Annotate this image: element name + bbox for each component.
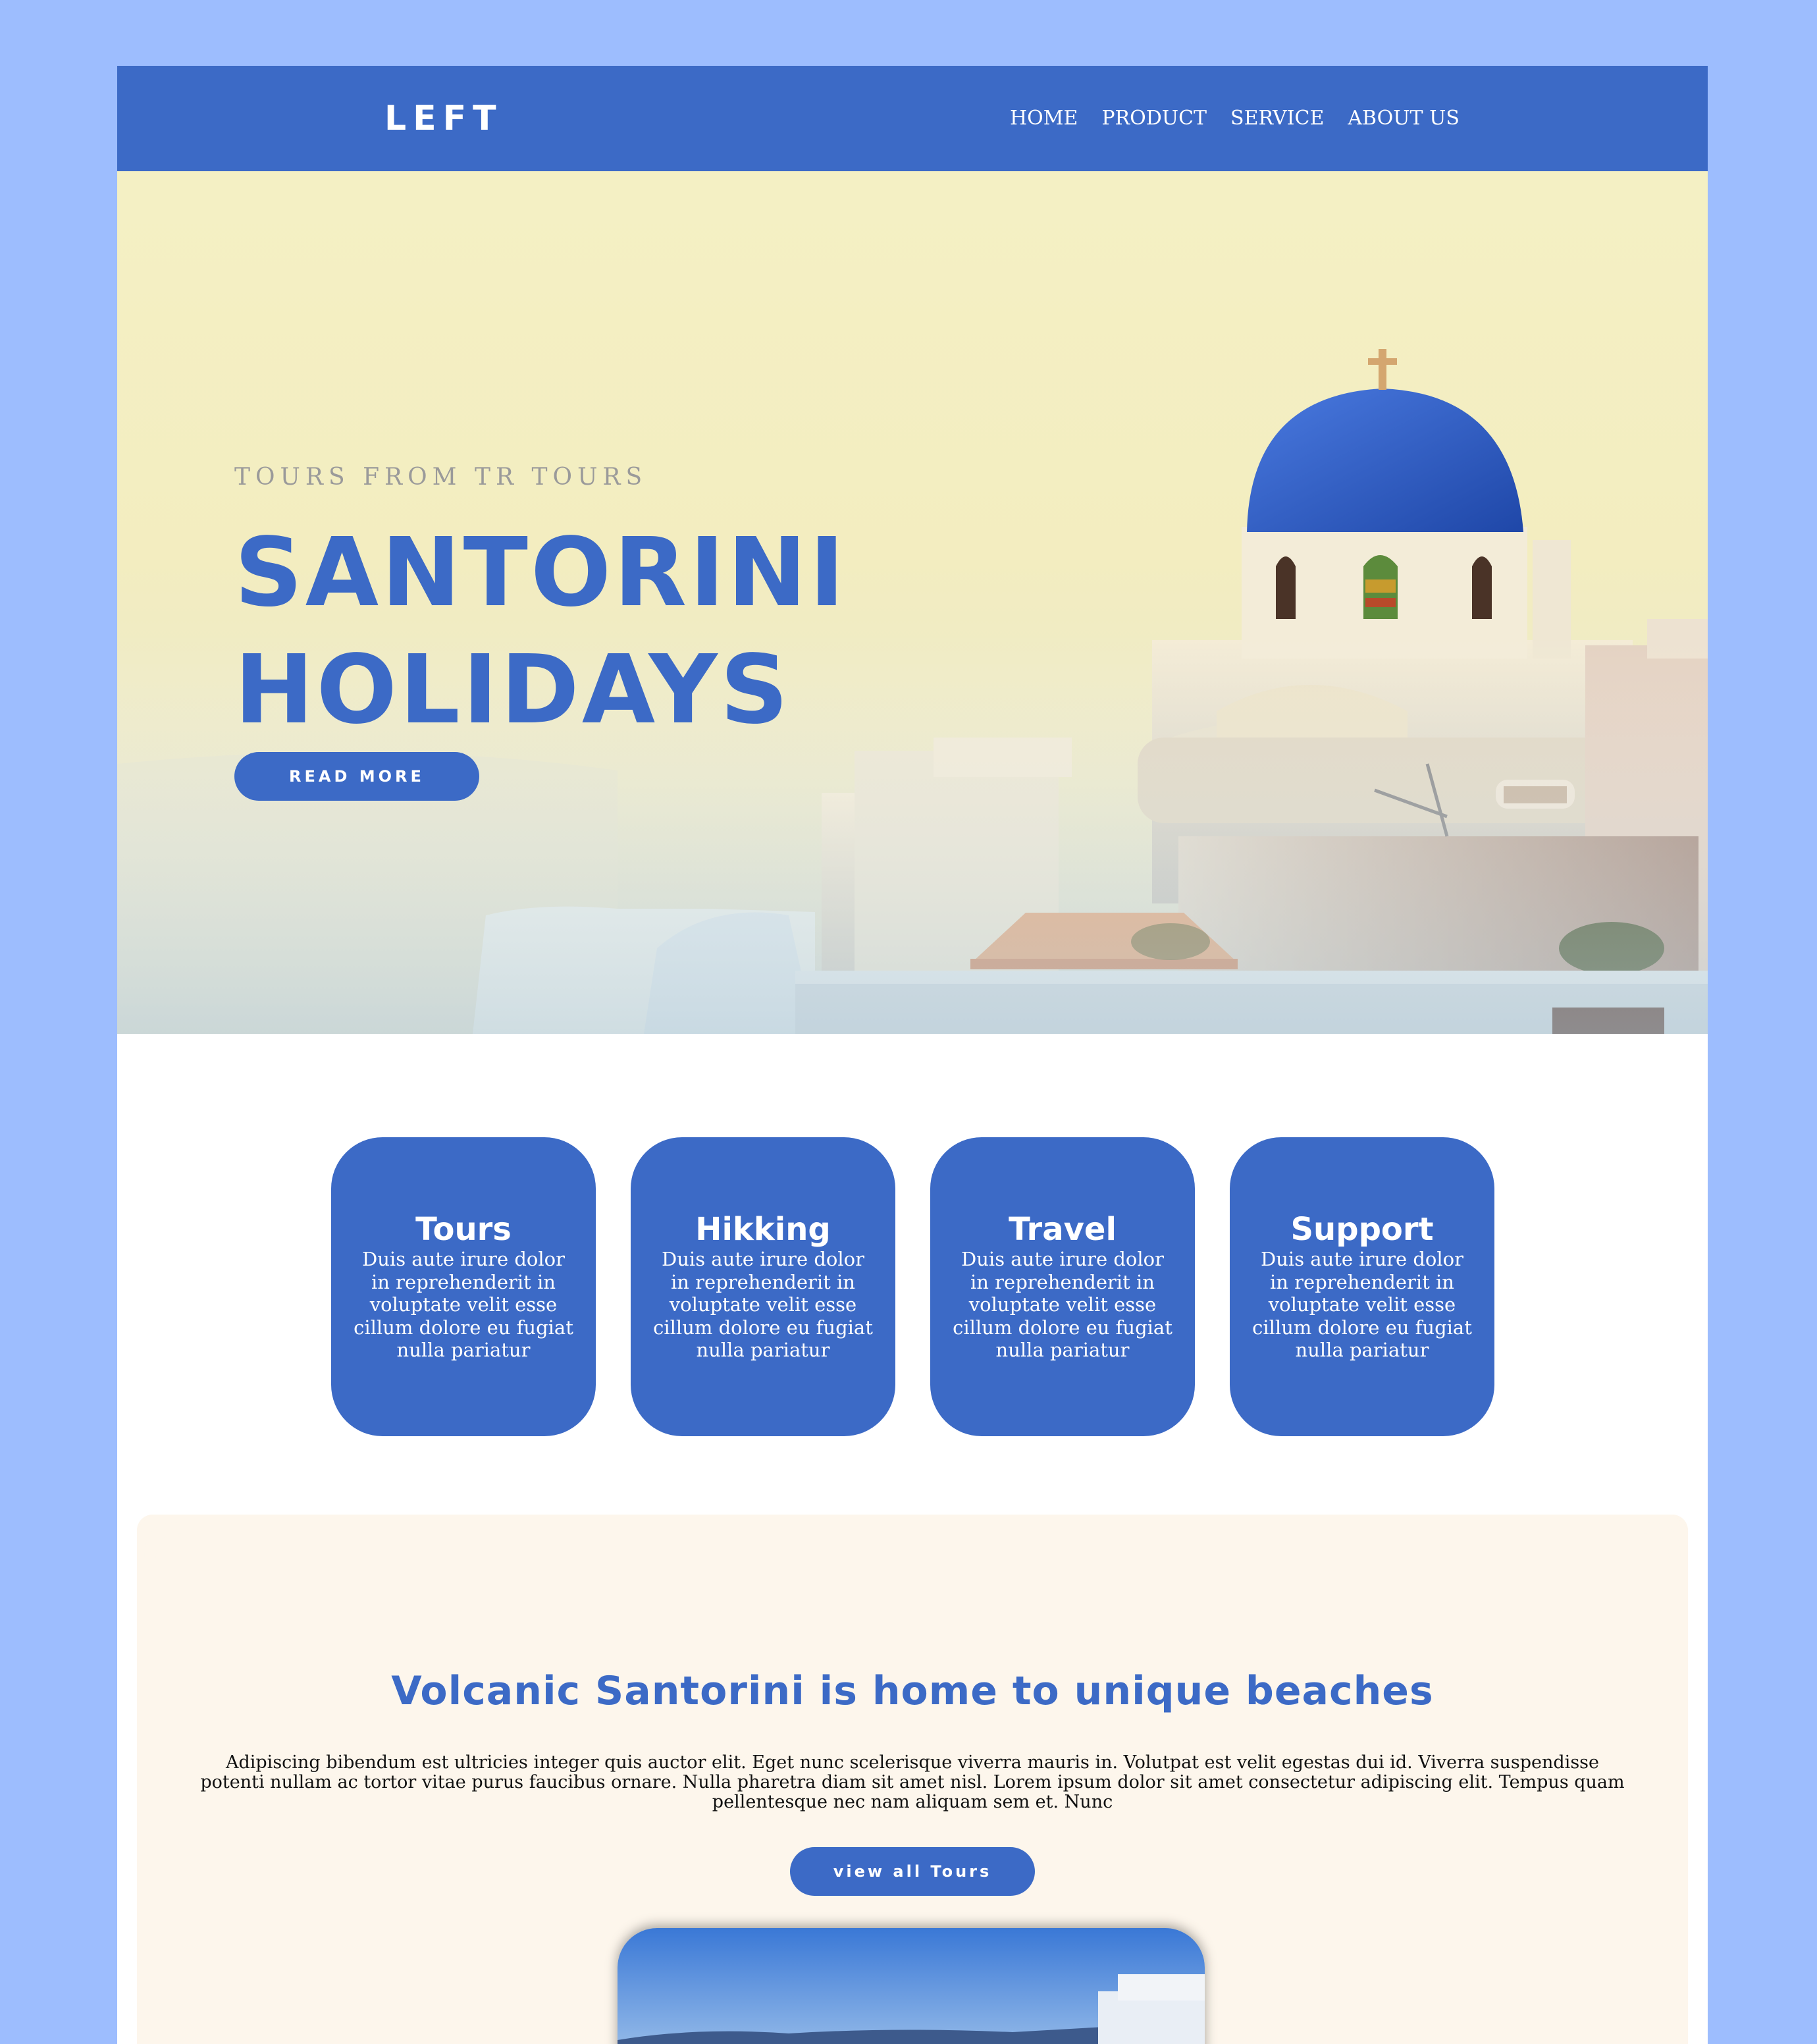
service-card-hikking[interactable]: Hikking Duis aute irure dolor in reprehe… xyxy=(631,1137,895,1436)
service-card-title: Hikking xyxy=(695,1211,831,1248)
service-card-title: Tours xyxy=(415,1211,512,1248)
logo[interactable]: LEFT xyxy=(384,96,503,141)
beaches-description: Adipiscing bibendum est ultricies intege… xyxy=(200,1752,1625,1812)
service-card-text: Duis aute irure dolor in reprehenderit i… xyxy=(653,1248,873,1361)
beach-preview-image xyxy=(618,1928,1205,2044)
nav-home[interactable]: HOME xyxy=(1010,104,1078,133)
service-card-text: Duis aute irure dolor in reprehenderit i… xyxy=(354,1248,573,1361)
hero-title: SANTORINI HOLIDAYS xyxy=(234,514,1024,748)
hero-eyebrow: TOURS FROM TR TOURS xyxy=(234,464,648,491)
main-nav: HOME PRODUCT SERVICE ABOUT US xyxy=(1010,104,1460,133)
service-card-text: Duis aute irure dolor in reprehenderit i… xyxy=(953,1248,1172,1361)
service-card-support[interactable]: Support Duis aute irure dolor in reprehe… xyxy=(1230,1137,1494,1436)
hero-title-line-1: SANTORINI xyxy=(234,517,847,628)
sea-view-image xyxy=(618,1928,1205,2044)
service-card-travel[interactable]: Travel Duis aute irure dolor in reprehen… xyxy=(930,1137,1195,1436)
nav-service[interactable]: SERVICE xyxy=(1230,104,1324,133)
beaches-title: Volcanic Santorini is home to unique bea… xyxy=(391,1668,1434,1714)
service-card-title: Support xyxy=(1290,1211,1434,1248)
nav-about-us[interactable]: ABOUT US xyxy=(1348,104,1460,133)
hero-banner: TOURS FROM TR TOURS SANTORINI HOLIDAYS R… xyxy=(117,171,1708,1034)
service-card-tours[interactable]: Tours Duis aute irure dolor in reprehend… xyxy=(331,1137,596,1436)
page: LEFT HOME PRODUCT SERVICE ABOUT US TOURS… xyxy=(117,66,1708,2044)
service-card-title: Travel xyxy=(1009,1211,1117,1248)
site-header: LEFT HOME PRODUCT SERVICE ABOUT US xyxy=(117,66,1708,171)
view-all-tours-button[interactable]: view all Tours xyxy=(790,1847,1035,1896)
read-more-button[interactable]: READ MORE xyxy=(234,752,479,801)
hero-title-line-2: HOLIDAYS xyxy=(234,634,791,745)
nav-product[interactable]: PRODUCT xyxy=(1101,104,1207,133)
service-card-text: Duis aute irure dolor in reprehenderit i… xyxy=(1252,1248,1472,1361)
